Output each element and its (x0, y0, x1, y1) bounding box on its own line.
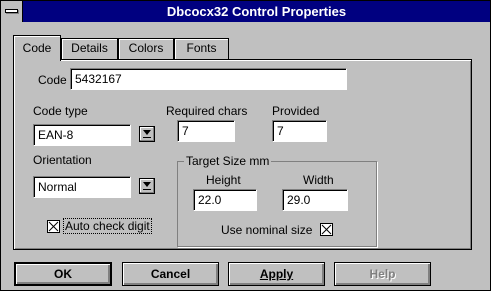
chevron-down-icon (143, 182, 151, 187)
tab-code[interactable]: Code (13, 35, 61, 61)
tab-colors[interactable]: Colors (118, 38, 174, 59)
nominal-size-checkbox[interactable] (320, 223, 333, 236)
height-label: Height (206, 173, 241, 187)
code-label: Code (38, 73, 67, 87)
ok-button[interactable]: OK (14, 262, 112, 286)
auto-check-digit-checkbox[interactable] (47, 220, 60, 233)
help-button[interactable]: Help (334, 262, 431, 286)
code-type-label: Code type (33, 104, 88, 118)
cancel-button[interactable]: Cancel (122, 262, 219, 286)
system-menu-button[interactable] (1, 1, 23, 22)
tab-fonts-label: Fonts (186, 41, 217, 55)
height-field[interactable]: 22.0 (193, 189, 257, 211)
provided-field[interactable]: 7 (272, 120, 327, 142)
checkmark-x-icon (321, 224, 332, 235)
code-type-select[interactable]: EAN-8 (33, 124, 131, 146)
checkmark-x-icon (48, 221, 59, 232)
tab-fonts[interactable]: Fonts (174, 38, 229, 59)
width-label: Width (303, 173, 334, 187)
code-type-dropdown-button[interactable] (139, 126, 155, 142)
orientation-dropdown-button[interactable] (139, 178, 155, 194)
system-menu-icon (5, 9, 18, 13)
window-title: Dbcocx32 Control Properties (166, 4, 347, 19)
title-bar: Dbcocx32 Control Properties (1, 1, 490, 22)
orientation-label: Orientation (33, 153, 92, 167)
apply-button[interactable]: Apply (228, 262, 325, 286)
provided-label: Provided (272, 104, 320, 118)
required-chars-label: Required chars (166, 104, 248, 118)
tab-details-label: Details (71, 41, 108, 55)
code-input[interactable]: 5432167 (70, 68, 347, 90)
required-chars-field[interactable]: 7 (177, 120, 235, 142)
tab-details[interactable]: Details (61, 38, 118, 59)
width-field[interactable]: 29.0 (282, 189, 348, 211)
tab-colors-label: Colors (128, 41, 164, 55)
properties-dialog: Dbcocx32 Control Properties Code Details… (0, 0, 491, 291)
orientation-select[interactable]: Normal (33, 176, 131, 198)
target-size-title: Target Size mm (184, 154, 272, 168)
chevron-down-icon (143, 130, 151, 135)
tab-code-label: Code (22, 41, 52, 55)
nominal-size-label: Use nominal size (221, 223, 313, 237)
auto-check-digit-label[interactable]: Auto check digit (63, 218, 152, 234)
